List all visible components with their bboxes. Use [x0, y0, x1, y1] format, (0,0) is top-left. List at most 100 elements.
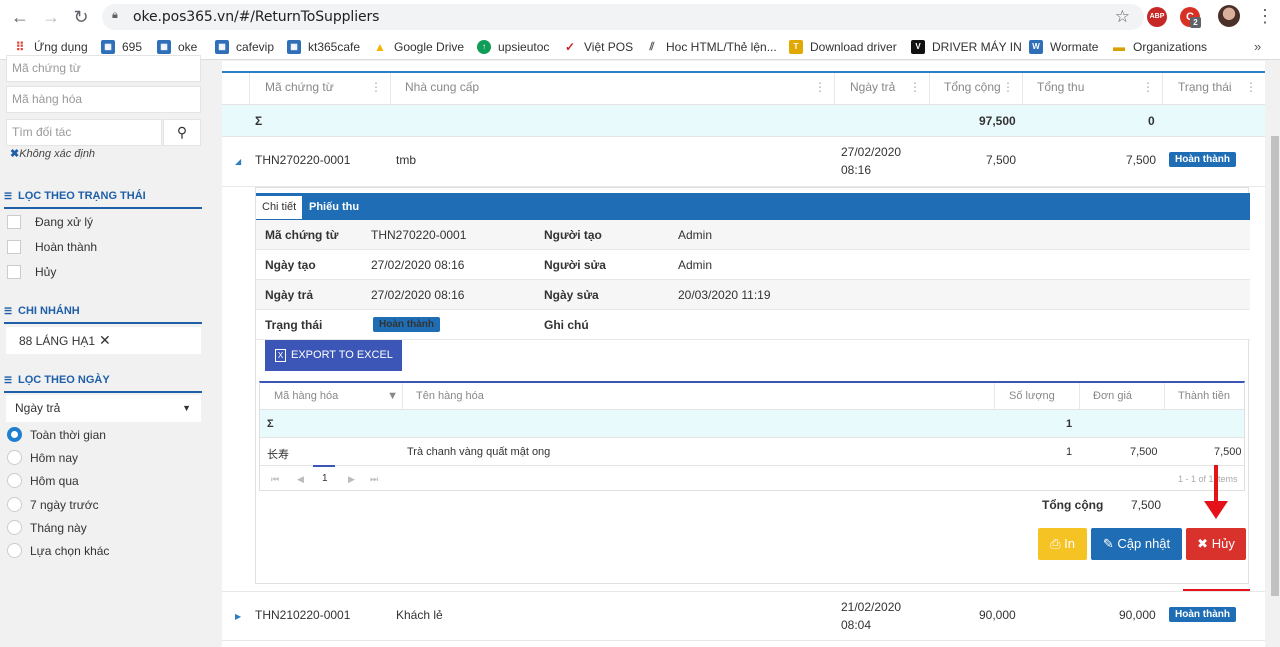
column-supplier[interactable]: Nhà cung cấp ⋮	[390, 73, 834, 105]
scrollbar-thumb[interactable]	[1271, 136, 1279, 596]
url-text[interactable]: oke.pos365.vn/#/ReturnToSuppliers	[133, 9, 379, 25]
bookmark-label: oke	[178, 40, 198, 54]
forward-icon[interactable]: →	[40, 6, 62, 28]
current-page[interactable]: 1	[322, 473, 328, 484]
date-custom-radio[interactable]: Lựa chọn khác	[7, 543, 109, 558]
export-excel-button[interactable]: X EXPORT TO EXCEL	[265, 340, 402, 371]
bookmark-label: Việt POS	[584, 40, 634, 54]
radio-button[interactable]	[7, 473, 22, 488]
bookmark-download-driver[interactable]: T Download driver	[789, 39, 897, 55]
bookmark-driver-may-in[interactable]: V DRIVER MÁY IN	[911, 39, 1022, 55]
more-menu-icon[interactable]: ⋮	[1256, 6, 1274, 27]
bookmark-vietpos[interactable]: ✓ Việt POS	[563, 39, 633, 55]
tab-detail[interactable]: Chi tiết	[256, 196, 303, 219]
bookmark-wormate[interactable]: W Wormate	[1029, 39, 1098, 55]
cancel-button[interactable]: ✖ Hủy	[1186, 528, 1246, 560]
bookmark-google-drive[interactable]: ▲ Google Drive	[373, 39, 464, 55]
search-icon[interactable]: ⚲	[163, 119, 201, 146]
branch-select[interactable]: 88 LÁNG HẠ1 ✕	[6, 327, 201, 354]
back-icon[interactable]: ←	[9, 6, 31, 28]
column-menu-icon[interactable]: ⋮	[909, 73, 921, 101]
profile-avatar[interactable]	[1218, 5, 1240, 27]
column-menu-icon[interactable]: ⋮	[1002, 73, 1014, 101]
radio-button[interactable]	[7, 543, 22, 558]
status-done-checkbox[interactable]: Hoàn thành	[7, 240, 97, 254]
return-time: 08:16	[841, 163, 872, 177]
print-button[interactable]: ⎙ In	[1038, 528, 1087, 560]
reload-icon[interactable]: ↻	[70, 6, 92, 28]
lock-icon: 🔒︎	[112, 9, 118, 21]
doc-code-input[interactable]: Mã chứng từ	[6, 55, 201, 82]
table-row[interactable]: ▶ THN210220-0001 Khách lẻ 21/02/2020 08:…	[222, 591, 1265, 641]
doc-code: THN270220-0001	[255, 153, 351, 167]
checkbox[interactable]	[7, 240, 21, 254]
column-total[interactable]: Tổng cộng ⋮	[929, 73, 1022, 105]
bookmark-html[interactable]: ⫽ Hoc HTML/Thẻ lện...	[645, 39, 777, 55]
bookmark-apps[interactable]: ⠿ Ứng dụng	[13, 39, 88, 55]
column-item-name[interactable]: Tên hàng hóa	[402, 383, 994, 410]
date-month-radio[interactable]: Tháng này	[7, 520, 87, 535]
scrollbar[interactable]	[1270, 61, 1280, 647]
column-doc-code[interactable]: Mã chứng từ ⋮	[249, 73, 390, 105]
bookmark-label: Wormate	[1050, 40, 1099, 54]
first-page-icon[interactable]: ⏮	[271, 474, 279, 485]
next-page-icon[interactable]: ▶	[348, 474, 355, 485]
expand-icon[interactable]: ▶	[235, 612, 241, 621]
unknown-partner-tag[interactable]: ✖Không xác định	[10, 147, 95, 160]
bookmark-kt365cafe[interactable]: ▦ kt365cafe	[287, 39, 360, 55]
date-today-radio[interactable]: Hôm nay	[7, 450, 78, 465]
column-item-code[interactable]: Mã hàng hóa ▼	[260, 383, 402, 410]
address-bar[interactable]: 🔒︎ oke.pos365.vn/#/ReturnToSuppliers ☆	[102, 4, 1144, 30]
status-processing-checkbox[interactable]: Đang xử lý	[7, 215, 93, 229]
chevron-double-right-icon[interactable]: »	[1254, 39, 1261, 54]
radio-button[interactable]	[7, 497, 22, 512]
checkbox[interactable]	[7, 265, 21, 279]
item-amount: 7,500	[1214, 446, 1242, 458]
supplier: tmb	[396, 153, 417, 167]
status-badge: Hoàn thành	[1169, 152, 1236, 167]
radio-button[interactable]	[7, 520, 22, 535]
bookmark-oke[interactable]: ▦ oke	[157, 39, 197, 55]
table-row[interactable]: ◢ THN270220-0001 tmb 27/02/2020 08:16 7,…	[222, 137, 1265, 187]
bookmark-organizations[interactable]: ▬ Organizations	[1112, 39, 1207, 55]
section-title: LỌC THEO NGÀY	[18, 374, 110, 386]
column-status[interactable]: Trạng thái ⋮	[1162, 73, 1265, 105]
column-amount[interactable]: Thành tiền	[1164, 383, 1244, 410]
column-return-date[interactable]: Ngày trả ⋮	[834, 73, 929, 105]
column-paid[interactable]: Tổng thu ⋮	[1022, 73, 1162, 105]
close-icon[interactable]: ✕	[99, 332, 111, 348]
bookmark-695[interactable]: ▦ 695	[101, 39, 142, 55]
date-all-radio[interactable]: Toàn thời gian	[7, 427, 106, 442]
radio-button[interactable]	[7, 427, 22, 442]
date-yesterday-radio[interactable]: Hôm qua	[7, 473, 79, 488]
checkbox[interactable]	[7, 215, 21, 229]
column-menu-icon[interactable]: ⋮	[1245, 73, 1257, 101]
date-7days-radio[interactable]: 7 ngày trước	[7, 497, 99, 512]
remove-icon[interactable]: ✖	[10, 148, 19, 160]
sum-total: 97,500	[979, 114, 1016, 128]
partner-search-input[interactable]: Tìm đối tác	[6, 119, 162, 146]
radio-button[interactable]	[7, 450, 22, 465]
column-menu-icon[interactable]: ⋮	[370, 73, 382, 101]
bookmark-upsieutoc[interactable]: ↑ upsieutoc	[477, 39, 549, 55]
item-code-input[interactable]: Mã hàng hóa	[6, 86, 201, 113]
status-cancel-checkbox[interactable]: Hủy	[7, 265, 56, 279]
table-row[interactable]: 长寿 Trà chanh vàng quất mật ong 1 7,500 7…	[260, 438, 1244, 466]
adblock-extension-icon[interactable]: ABP	[1147, 7, 1167, 27]
column-price[interactable]: Đơn giá	[1079, 383, 1164, 410]
column-menu-icon[interactable]: ⋮	[1142, 73, 1154, 101]
update-button[interactable]: ✎ Cập nhật	[1091, 528, 1182, 560]
filter-icon[interactable]: ▼	[387, 383, 398, 410]
prev-page-icon[interactable]: ◀	[297, 474, 304, 485]
last-page-icon[interactable]: ⏭	[370, 474, 378, 485]
column-qty[interactable]: Số lượng	[994, 383, 1079, 410]
collapse-icon[interactable]: ◢	[235, 157, 241, 166]
date-type-select[interactable]: Ngày trả ▼	[6, 395, 201, 422]
column-label: Trạng thái	[1178, 80, 1232, 94]
column-menu-icon[interactable]: ⋮	[814, 73, 826, 101]
tab-receipt[interactable]: Phiếu thu	[303, 196, 365, 219]
list-icon: ☰	[4, 375, 13, 385]
star-icon[interactable]: ☆	[1115, 7, 1130, 27]
bookmark-cafevip[interactable]: ▦ cafevip	[215, 39, 274, 55]
item-price: 7,500	[1130, 446, 1158, 458]
